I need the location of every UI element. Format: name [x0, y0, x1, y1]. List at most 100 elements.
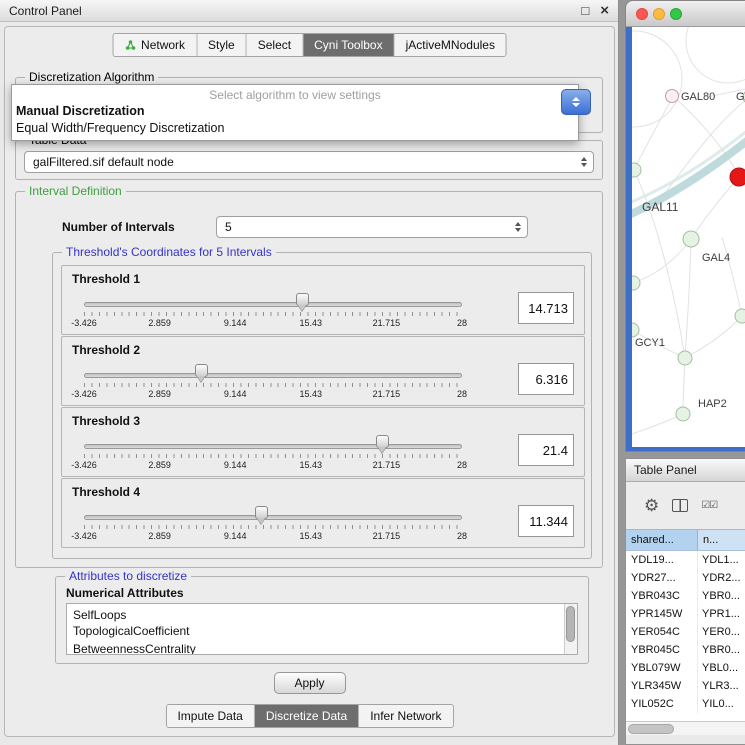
scale-label: 15.43	[300, 460, 323, 470]
attributes-list-scrollbar[interactable]	[564, 604, 577, 654]
cell: YDR2...	[698, 569, 745, 587]
network-node[interactable]	[632, 163, 641, 177]
network-node[interactable]	[632, 276, 640, 290]
threshold-1-label: Threshold 1	[72, 272, 140, 286]
numerical-attributes-list[interactable]: SelfLoops TopologicalCoefficient Between…	[66, 603, 578, 655]
tab-infer-network[interactable]: Infer Network	[359, 705, 452, 727]
tab-impute-data[interactable]: Impute Data	[166, 705, 254, 727]
node-label-gal80: GAL80	[681, 91, 715, 103]
number-of-intervals-value: 5	[225, 220, 232, 234]
threshold-1-slider[interactable]: -3.426 2.859 9.144 15.43 21.715 28	[84, 290, 462, 334]
threshold-2-slider[interactable]: -3.426 2.859 9.144 15.43 21.715 28	[84, 361, 462, 405]
threshold-4-slider[interactable]: -3.426 2.859 9.144 15.43 21.715 28	[84, 503, 462, 547]
network-node[interactable]	[735, 309, 745, 323]
tab-cyni-toolbox[interactable]: Cyni Toolbox	[303, 34, 394, 56]
tab-jactivemnodules[interactable]: jActiveMNodules	[395, 34, 506, 56]
slider-scale: -3.426 2.859 9.144 15.43 21.715 28	[84, 460, 462, 472]
number-of-intervals-label: Number of Intervals	[62, 220, 175, 234]
slider-track[interactable]	[84, 444, 462, 449]
minimize-traffic-light[interactable]	[653, 8, 665, 20]
network-node[interactable]	[683, 231, 699, 247]
control-panel-titlebar: Control Panel □ ×	[0, 0, 618, 22]
list-item[interactable]: TopologicalCoefficient	[67, 622, 577, 640]
columns-icon[interactable]	[672, 499, 688, 512]
apply-button[interactable]: Apply	[273, 672, 345, 694]
dropdown-option-manual-discretization[interactable]: Manual Discretization	[12, 103, 578, 120]
threshold-4-value-field[interactable]	[518, 505, 574, 537]
table-data-combobox[interactable]: galFiltered.sif default node	[24, 151, 594, 173]
cell: YBR043C	[626, 587, 698, 605]
scrollbar-thumb[interactable]	[628, 724, 674, 734]
network-node-selected[interactable]	[730, 168, 745, 186]
network-node[interactable]	[666, 90, 679, 103]
combo-stepper-icon	[515, 222, 521, 232]
interval-definition-group: Interval Definition Number of Intervals …	[15, 191, 603, 568]
table-row[interactable]: YPR145WYPR1...	[626, 605, 745, 623]
slider-thumb[interactable]	[296, 293, 309, 306]
algorithm-dropdown-popup: Select algorithm to view settings Manual…	[11, 84, 579, 141]
threshold-3-slider[interactable]: -3.426 2.859 9.144 15.43 21.715 28	[84, 432, 462, 476]
threshold-2-value-field[interactable]	[518, 363, 574, 395]
network-canvas[interactable]: GAL80 GA GAL11 GAL4 GCY1 HAP2	[632, 27, 745, 447]
tab-discretize-data[interactable]: Discretize Data	[255, 705, 359, 727]
table-row[interactable]: YDL19...YDL1...	[626, 551, 745, 569]
network-view-window[interactable]: GAL80 GA GAL11 GAL4 GCY1 HAP2	[625, 0, 745, 452]
close-window-icon[interactable]: ×	[600, 3, 609, 18]
scale-label: 2.859	[148, 318, 171, 328]
network-graph: GAL80 GA GAL11 GAL4 GCY1 HAP2	[632, 27, 745, 447]
table-row[interactable]: YBR045CYBR0...	[626, 641, 745, 659]
list-item[interactable]: SelfLoops	[67, 604, 577, 622]
stepper-up-icon	[572, 97, 580, 101]
threshold-1-value-field[interactable]	[518, 292, 574, 324]
slider-thumb[interactable]	[376, 435, 389, 448]
slider-track[interactable]	[84, 302, 462, 307]
cell: YLR345W	[626, 677, 698, 695]
list-item[interactable]: BetweennessCentrality	[67, 640, 577, 655]
slider-track[interactable]	[84, 515, 462, 520]
float-window-icon[interactable]: □	[581, 4, 589, 17]
column-header-name[interactable]: n...	[698, 530, 745, 550]
table-panel-toolbar: ⚙ ☑☑	[626, 482, 745, 529]
zoom-traffic-light[interactable]	[670, 8, 682, 20]
slider-thumb[interactable]	[195, 364, 208, 377]
table-row[interactable]: YLR345WYLR3...	[626, 677, 745, 695]
scale-label: 15.43	[300, 389, 323, 399]
attributes-group-label: Attributes to discretize	[65, 569, 191, 583]
column-header-shared-name[interactable]: shared...	[626, 530, 698, 550]
table-row[interactable]: YDR27...YDR2...	[626, 569, 745, 587]
tab-style[interactable]: Style	[197, 34, 247, 56]
network-node[interactable]	[632, 323, 639, 337]
algorithm-combo-stepper[interactable]	[561, 89, 591, 115]
table-row[interactable]: YBL079WYBL0...	[626, 659, 745, 677]
table-row[interactable]: YBR043CYBR0...	[626, 587, 745, 605]
network-window-titlebar[interactable]	[626, 1, 745, 27]
cell: YBR0...	[698, 641, 745, 659]
control-panel-window: Control Panel □ × Network Style Select C…	[0, 0, 619, 745]
network-node[interactable]	[678, 351, 692, 365]
threshold-3-value-field[interactable]	[518, 434, 574, 466]
gear-icon[interactable]: ⚙	[644, 496, 659, 516]
dropdown-option-equal-width-frequency[interactable]: Equal Width/Frequency Discretization	[12, 120, 578, 137]
slider-track[interactable]	[84, 373, 462, 378]
tab-label: Cyni Toolbox	[314, 38, 382, 52]
scrollbar-thumb[interactable]	[566, 606, 575, 642]
cell: YBL079W	[626, 659, 698, 677]
tab-network[interactable]: Network	[113, 34, 197, 56]
table-horizontal-scrollbar[interactable]	[626, 721, 745, 735]
table-row[interactable]: YER054CYER0...	[626, 623, 745, 641]
control-panel-tabs: Network Style Select Cyni Toolbox jActiv…	[112, 33, 507, 57]
close-traffic-light[interactable]	[636, 8, 648, 20]
tab-label: Infer Network	[370, 709, 441, 723]
tab-select[interactable]: Select	[247, 34, 303, 56]
cell: YPR145W	[626, 605, 698, 623]
table-row[interactable]: YIL052CYIL0...	[626, 695, 745, 713]
slider-thumb[interactable]	[255, 506, 268, 519]
scale-label: -3.426	[71, 389, 97, 399]
select-columns-icon[interactable]: ☑☑	[701, 500, 717, 511]
node-label-partial: GA	[736, 91, 745, 103]
number-of-intervals-combobox[interactable]: 5	[216, 216, 528, 238]
slider-ticks	[84, 312, 462, 316]
scale-label: 2.859	[148, 531, 171, 541]
network-node[interactable]	[676, 407, 690, 421]
slider-ticks	[84, 383, 462, 387]
